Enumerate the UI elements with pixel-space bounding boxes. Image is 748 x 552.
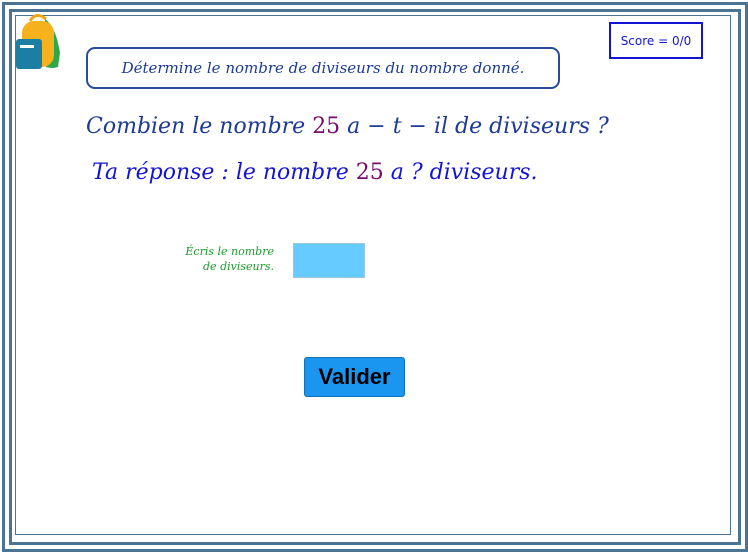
question-suffix: a − t − il de diviseurs ? — [340, 114, 609, 139]
backpack-icon — [16, 14, 60, 69]
hint-line-2: de diviseurs. — [203, 260, 274, 273]
inner-frame — [15, 15, 731, 535]
instruction-box: Détermine le nombre de diviseurs du nomb… — [86, 47, 560, 89]
question-text: Combien le nombre 25 a − t − il de divis… — [86, 114, 609, 139]
divisor-count-input[interactable] — [293, 243, 365, 278]
score-text: Score = 0/0 — [620, 33, 692, 48]
answer-number: 25 — [355, 160, 384, 185]
answer-prefix: Ta réponse : le nombre — [92, 160, 356, 185]
validate-button-label: Valider — [318, 364, 391, 389]
question-number: 25 — [312, 114, 341, 139]
answer-statement: Ta réponse : le nombre 25 a ? diviseurs. — [92, 160, 538, 185]
input-hint: Écris le nombre de diviseurs. — [160, 244, 274, 274]
hint-line-1: Écris le nombre — [185, 245, 274, 258]
validate-button[interactable]: Valider — [304, 357, 405, 397]
question-prefix: Combien le nombre — [86, 114, 313, 139]
instruction-text: Détermine le nombre de diviseurs du nomb… — [121, 59, 525, 77]
score-box: Score = 0/0 — [609, 22, 703, 59]
answer-suffix: a ? diviseurs. — [383, 160, 538, 185]
